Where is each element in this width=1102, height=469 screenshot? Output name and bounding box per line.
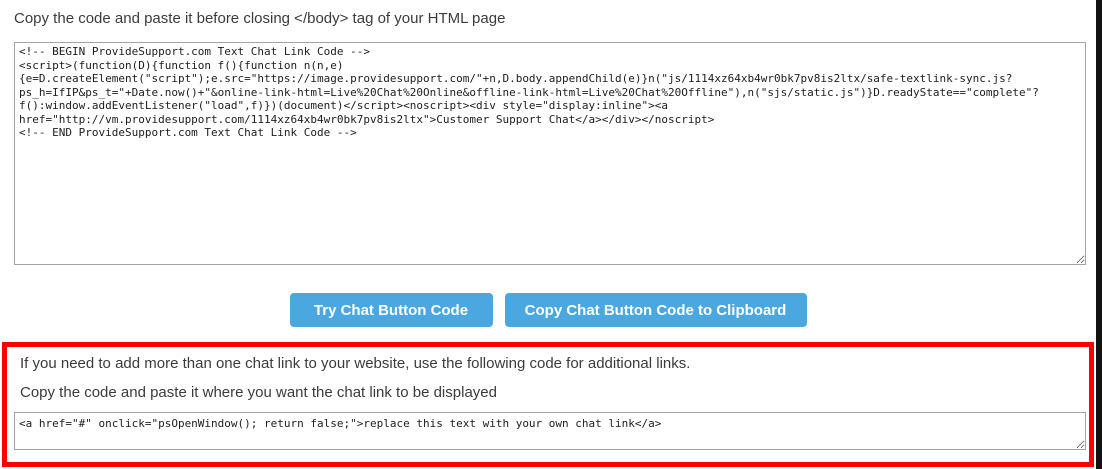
try-chat-button-code-button[interactable]: Try Chat Button Code [290,293,493,327]
screen-right-edge [1096,0,1102,469]
chat-link-code-textarea[interactable]: <!-- BEGIN ProvideSupport.com Text Chat … [14,42,1086,265]
top-instruction-text: Copy the code and paste it before closin… [14,9,1102,29]
button-row: Try Chat Button Code Copy Chat Button Co… [0,293,1096,327]
paste-location-instruction-text: Copy the code and paste it where you wan… [20,383,1089,403]
additional-links-instruction-text: If you need to add more than one chat li… [20,354,1089,374]
additional-chat-link-code-textarea[interactable]: <a href="#" onclick="psOpenWindow(); ret… [14,412,1086,450]
additional-links-highlighted-section: If you need to add more than one chat li… [2,342,1094,467]
copy-chat-button-code-button[interactable]: Copy Chat Button Code to Clipboard [505,293,807,327]
page-content: Copy the code and paste it before closin… [0,0,1102,467]
